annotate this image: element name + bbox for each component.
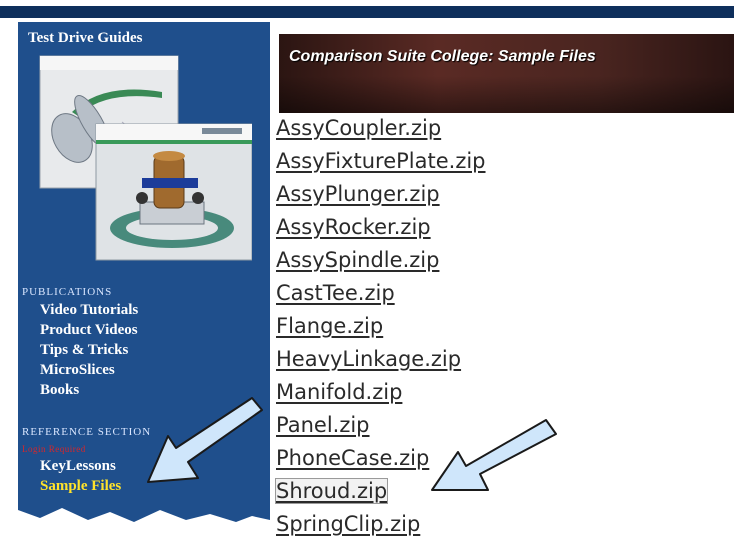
guide-covers-image	[39, 55, 253, 261]
nav-books[interactable]: Books	[40, 382, 79, 399]
file-link-springclip[interactable]: SpringClip.zip	[276, 512, 420, 536]
nav-video-tutorials[interactable]: Video Tutorials	[40, 302, 138, 319]
publications-heading: Publications	[22, 286, 113, 298]
nav-microslices[interactable]: MicroSlices	[40, 362, 115, 379]
file-link-shroud[interactable]: Shroud.zip	[274, 478, 389, 504]
banner-title: Comparison Suite College: Sample Files	[289, 48, 596, 65]
file-link-flange[interactable]: Flange.zip	[276, 314, 383, 338]
reference-heading: Reference Section	[22, 426, 152, 438]
file-link-phonecase[interactable]: PhoneCase.zip	[276, 446, 429, 470]
nav-keylessons[interactable]: KeyLessons	[40, 458, 116, 475]
header-band	[0, 6, 734, 18]
page-banner: Comparison Suite College: Sample Files	[279, 34, 734, 113]
banner-shadow	[279, 76, 734, 113]
nav-product-videos[interactable]: Product Videos	[40, 322, 138, 339]
file-link-assyfixtureplate[interactable]: AssyFixturePlate.zip	[276, 149, 486, 173]
file-link-manifold[interactable]: Manifold.zip	[276, 380, 402, 404]
file-link-assyspindle[interactable]: AssySpindle.zip	[276, 248, 439, 272]
file-link-assyplunger[interactable]: AssyPlunger.zip	[276, 182, 440, 206]
guide-covers-illustration[interactable]	[32, 52, 253, 262]
sidebar: Test Drive Guides PUBLICATIONS Video Tut…	[18, 22, 270, 537]
file-link-heavylinkage[interactable]: HeavyLinkage.zip	[276, 347, 461, 371]
sidebar-title: Test Drive Guides	[28, 30, 143, 46]
callout-arrow-icon	[431, 419, 557, 491]
torn-edge-decoration	[0, 508, 270, 540]
login-required-label: Login Required	[22, 444, 86, 454]
file-link-panel[interactable]: Panel.zip	[276, 413, 370, 437]
file-link-assyrocker[interactable]: AssyRocker.zip	[276, 215, 431, 239]
file-link-assycoupler[interactable]: AssyCoupler.zip	[276, 116, 441, 140]
nav-sample-files[interactable]: Sample Files	[40, 478, 121, 495]
nav-tips-and-tricks[interactable]: Tips & Tricks	[40, 342, 128, 359]
top-header-bar	[0, 0, 734, 22]
file-link-casttee[interactable]: CastTee.zip	[276, 281, 395, 305]
